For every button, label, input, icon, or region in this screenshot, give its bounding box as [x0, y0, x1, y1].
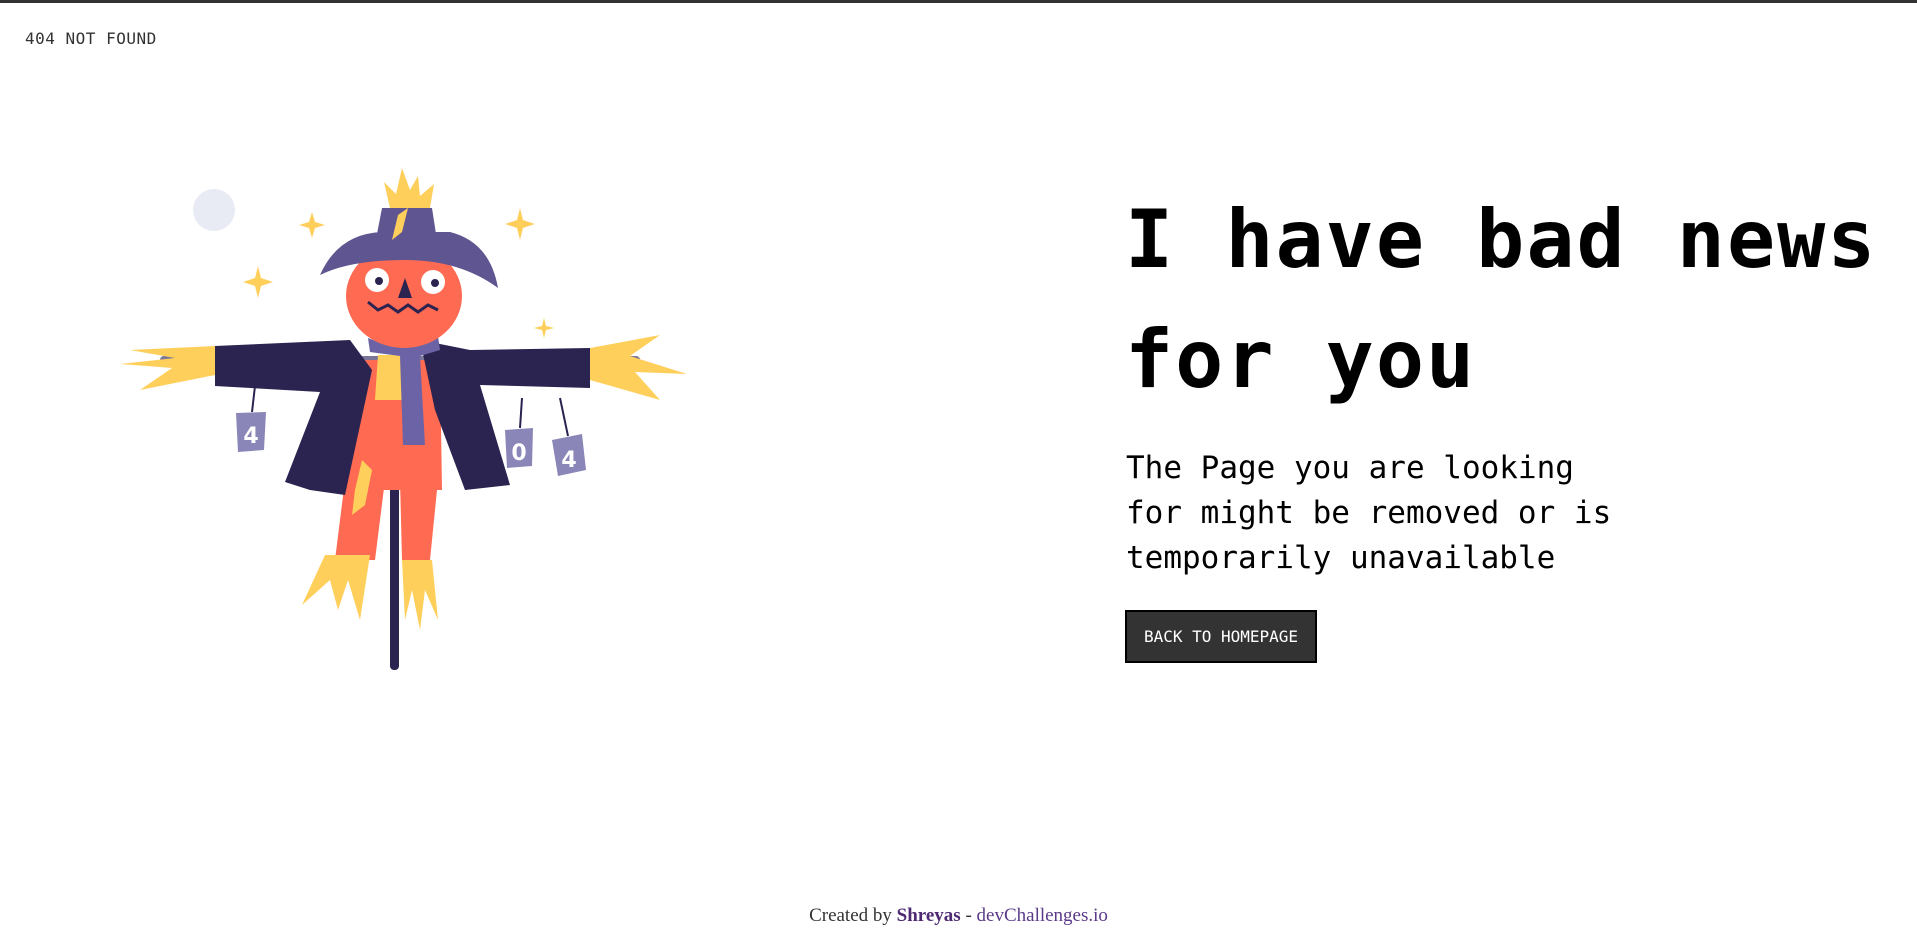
can-right: 4 — [552, 397, 586, 476]
message-line-3: temporarily unavailable — [1126, 540, 1556, 576]
svg-text:0: 0 — [511, 441, 526, 466]
footer-separator: - — [965, 905, 972, 926]
can-middle: 0 — [505, 397, 533, 468]
left-straw — [120, 346, 220, 390]
error-message: The Page you are looking for might be re… — [1126, 446, 1611, 581]
right-straw — [590, 335, 687, 400]
message-line-1: The Page you are looking — [1126, 450, 1574, 486]
svg-text:4: 4 — [243, 424, 258, 449]
message-line-2: for might be removed or is — [1126, 495, 1612, 531]
scarecrow-illustration: 4 0 4 — [120, 168, 687, 670]
right-leg — [400, 480, 438, 560]
brand-label: 404 NOT FOUND — [25, 29, 157, 48]
can-left: 4 — [236, 385, 266, 452]
back-to-homepage-button[interactable]: BACK TO HOMEPAGE — [1125, 610, 1317, 663]
headline-line-2: for you — [1125, 313, 1477, 406]
left-foot-straw — [302, 555, 370, 620]
hat-straw — [384, 168, 434, 208]
moon-icon — [193, 189, 235, 231]
top-border — [0, 0, 1917, 3]
devchallenges-link[interactable]: devChallenges.io — [977, 905, 1108, 926]
right-foot-straw — [402, 560, 438, 630]
author-link[interactable]: Shreyas — [897, 905, 961, 926]
headline-line-1: I have bad news — [1125, 193, 1878, 286]
footer: Created by Shreyas - devChallenges.io — [0, 905, 1917, 927]
svg-text:4: 4 — [561, 448, 576, 473]
footer-prefix: Created by — [809, 905, 892, 926]
headline: I have bad news for you — [1125, 180, 1885, 420]
